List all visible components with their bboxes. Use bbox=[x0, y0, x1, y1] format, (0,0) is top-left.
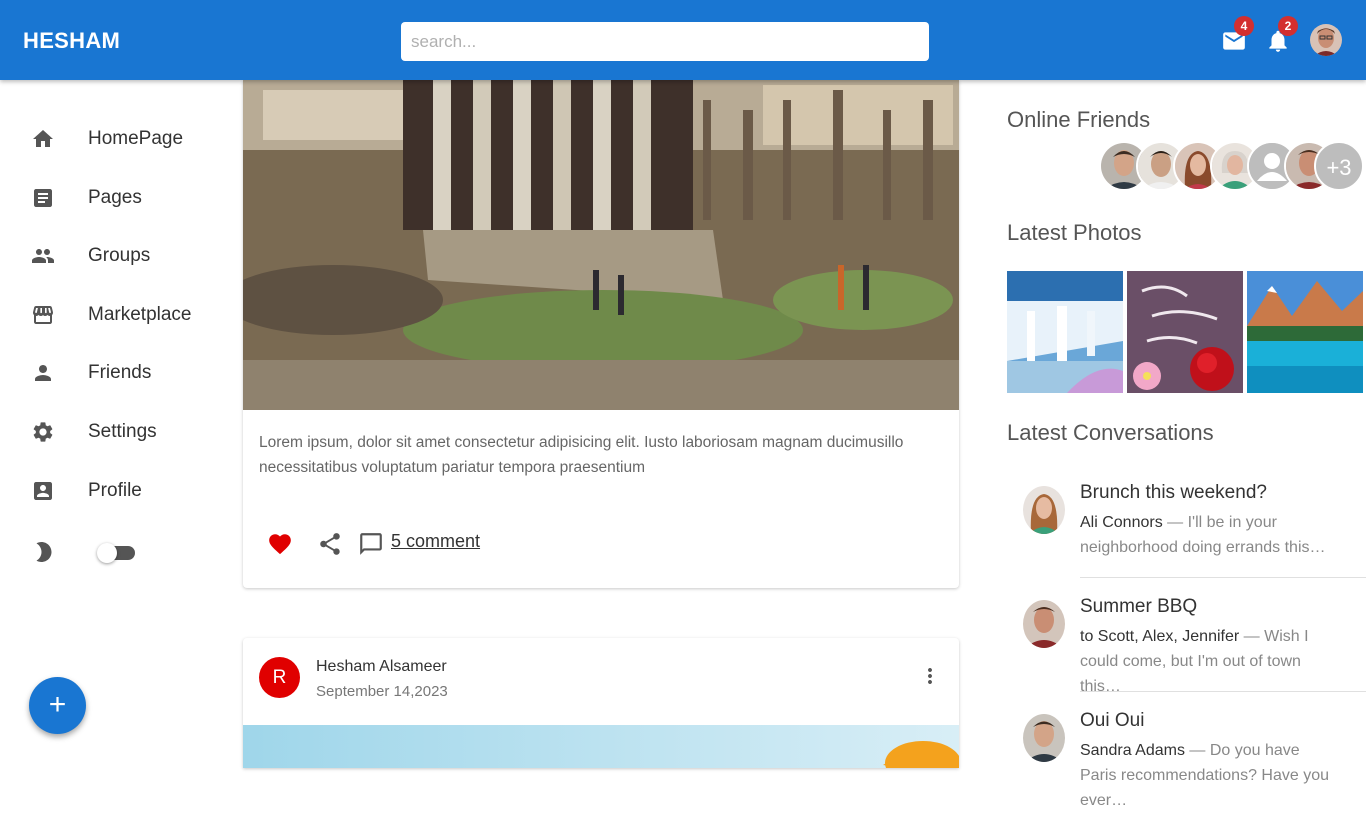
gear-icon bbox=[31, 420, 55, 444]
moon-icon bbox=[31, 540, 55, 564]
group-icon bbox=[31, 244, 55, 268]
post-date: September 14,2023 bbox=[316, 683, 448, 700]
sidebar-item-settings[interactable]: Settings bbox=[0, 407, 230, 457]
toggle-thumb bbox=[97, 543, 117, 563]
conversation-title: Brunch this weekend? bbox=[1080, 482, 1267, 503]
conversation-preview: to Scott, Alex, Jennifer — Wish I could … bbox=[1080, 624, 1330, 699]
search-input[interactable] bbox=[401, 22, 929, 61]
conversation-sender: to Scott, Alex, Jennifer bbox=[1080, 628, 1240, 645]
person-icon bbox=[31, 361, 55, 385]
conversation-avatar bbox=[1023, 600, 1065, 648]
latest-conversations-title: Latest Conversations bbox=[1007, 420, 1214, 445]
app-bar: HESHAM 4 2 bbox=[0, 0, 1366, 80]
post-card: Lorem ipsum, dolor sit amet consectetur … bbox=[243, 80, 959, 588]
sidebar-item-label: Groups bbox=[88, 245, 151, 266]
latest-photos-title: Latest Photos bbox=[1007, 220, 1142, 245]
home-icon bbox=[31, 127, 55, 151]
sidebar-item-label: Settings bbox=[88, 421, 157, 442]
storefront-icon bbox=[31, 303, 55, 327]
account-box-icon bbox=[31, 479, 55, 503]
comment-button[interactable] bbox=[358, 531, 384, 557]
user-avatar[interactable] bbox=[1310, 24, 1342, 56]
more-friends-count[interactable]: +3 bbox=[1314, 141, 1364, 191]
divider bbox=[1080, 577, 1366, 578]
post-author-name[interactable]: Hesham Alsameer bbox=[316, 658, 447, 676]
comment-count-link[interactable]: 5 comment bbox=[391, 531, 480, 552]
more-vert-icon bbox=[928, 668, 932, 684]
author-avatar[interactable]: R bbox=[259, 657, 300, 698]
brand-logo[interactable]: HESHAM bbox=[23, 28, 120, 54]
sidebar-item-label: Pages bbox=[88, 187, 142, 208]
post-image bbox=[243, 725, 959, 768]
sidebar: HomePage Pages Groups Marketplace Friend… bbox=[0, 80, 230, 768]
share-icon bbox=[320, 533, 340, 555]
conversation-title: Oui Oui bbox=[1080, 710, 1145, 731]
divider bbox=[1080, 691, 1366, 692]
conversation-title: Summer BBQ bbox=[1080, 596, 1198, 617]
post-actions: 5 comment bbox=[243, 527, 959, 559]
sidebar-item-marketplace[interactable]: Marketplace bbox=[0, 290, 230, 340]
comment-icon bbox=[360, 533, 382, 555]
latest-photo[interactable] bbox=[1247, 271, 1363, 393]
sidebar-item-label: Friends bbox=[88, 362, 152, 383]
article-icon bbox=[31, 186, 55, 210]
latest-photo[interactable] bbox=[1127, 271, 1243, 393]
conversation-preview: Ali Connors — I'll be in your neighborho… bbox=[1080, 510, 1330, 560]
mail-button[interactable]: 4 bbox=[1221, 16, 1254, 54]
conversation-item[interactable]: Summer BBQ to Scott, Alex, Jennifer — Wi… bbox=[1007, 596, 1366, 708]
heart-icon bbox=[269, 534, 291, 555]
sidebar-item-label: Profile bbox=[88, 480, 142, 501]
sidebar-item-homepage[interactable]: HomePage bbox=[0, 114, 230, 164]
share-button[interactable] bbox=[317, 531, 343, 557]
dark-mode-toggle[interactable] bbox=[97, 543, 135, 563]
add-post-button[interactable]: + bbox=[29, 677, 86, 734]
notifications-badge: 2 bbox=[1278, 16, 1298, 36]
notifications-button[interactable]: 2 bbox=[1265, 16, 1298, 54]
like-button[interactable] bbox=[267, 531, 293, 557]
conversation-avatar bbox=[1023, 486, 1065, 534]
mail-badge: 4 bbox=[1234, 16, 1254, 36]
conversation-preview: Sandra Adams — Do you have Paris recomme… bbox=[1080, 738, 1330, 813]
conversation-avatar bbox=[1023, 714, 1065, 762]
sidebar-item-profile[interactable]: Profile bbox=[0, 466, 230, 516]
post-card: R Hesham Alsameer September 14,2023 bbox=[243, 638, 959, 768]
sidebar-item-label: Marketplace bbox=[88, 304, 192, 325]
sidebar-item-label: HomePage bbox=[88, 128, 184, 149]
sidebar-item-groups[interactable]: Groups bbox=[0, 231, 230, 281]
sidebar-item-pages[interactable]: Pages bbox=[0, 173, 230, 223]
latest-photo[interactable] bbox=[1007, 271, 1123, 393]
conversation-sender: Ali Connors bbox=[1080, 514, 1163, 531]
sidebar-item-friends[interactable]: Friends bbox=[0, 348, 230, 398]
conversation-sender: Sandra Adams bbox=[1080, 742, 1185, 759]
conversation-item[interactable]: Brunch this weekend? Ali Connors — I'll … bbox=[1007, 482, 1366, 594]
post-image bbox=[243, 80, 959, 410]
conversation-item[interactable]: Oui Oui Sandra Adams — Do you have Paris… bbox=[1007, 710, 1366, 822]
post-body-text: Lorem ipsum, dolor sit amet consectetur … bbox=[259, 434, 904, 476]
online-friends-title: Online Friends bbox=[1007, 107, 1151, 132]
more-options-button[interactable] bbox=[918, 664, 942, 688]
